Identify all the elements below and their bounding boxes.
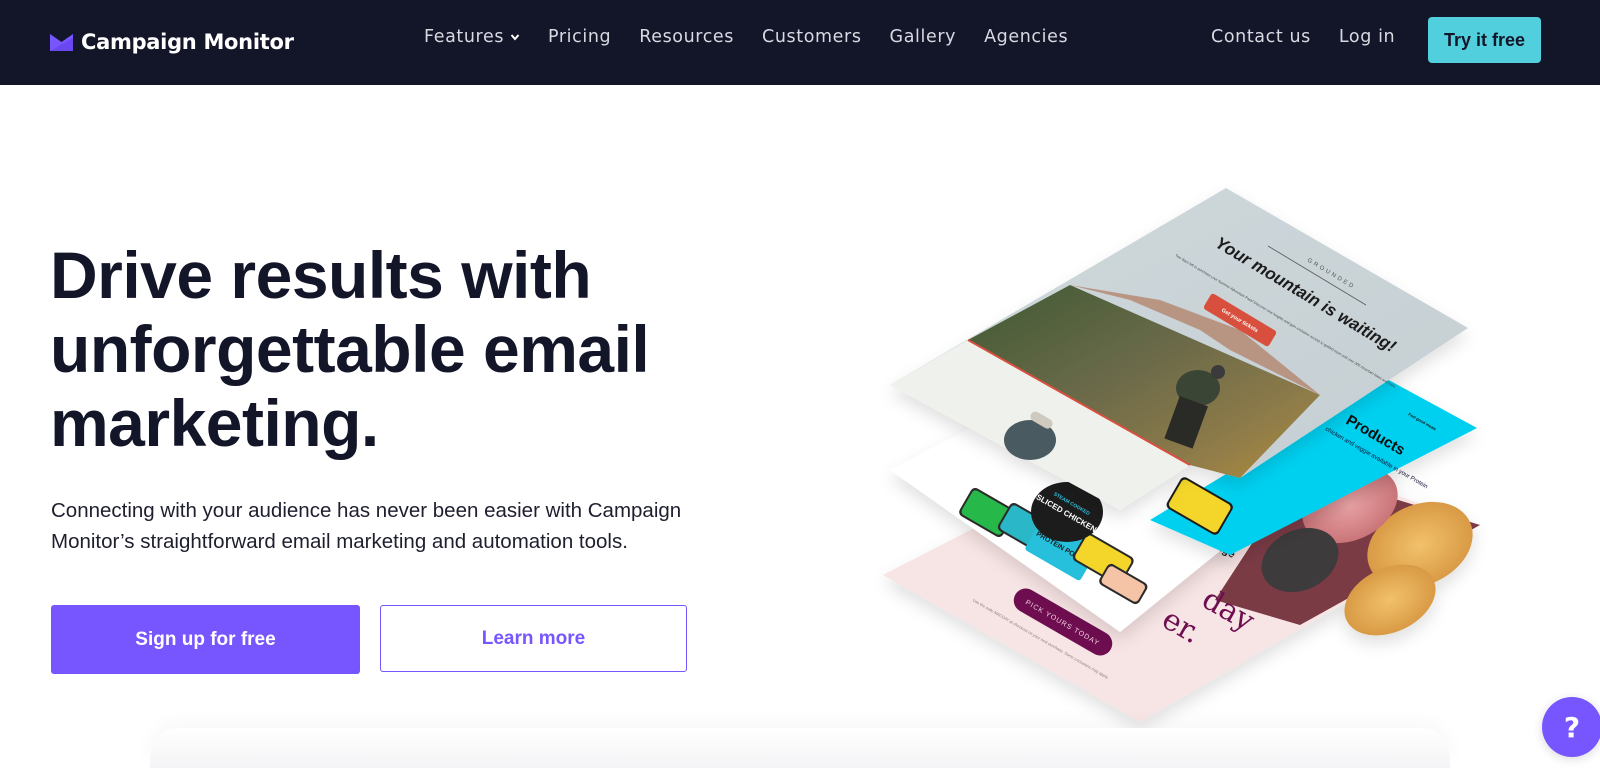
sign-up-button[interactable]: Sign up for free: [51, 605, 360, 674]
brand-name: Campaign Monitor: [81, 30, 294, 54]
nav-gallery[interactable]: Gallery: [890, 27, 957, 47]
nav-contact-us[interactable]: Contact us: [1211, 27, 1311, 47]
secondary-nav: Contact us Log in: [1211, 27, 1423, 47]
nav-pricing[interactable]: Pricing: [548, 27, 611, 47]
try-it-free-button[interactable]: Try it free: [1428, 17, 1541, 63]
logo[interactable]: Campaign Monitor: [50, 24, 294, 60]
hero-title: Drive results with unforgettable email m…: [50, 238, 650, 460]
nav-customers[interactable]: Customers: [762, 27, 862, 47]
email-templates-illustration: PICK YOURS TODAY Use the code MACDAY at …: [883, 188, 1480, 722]
nav-agencies[interactable]: Agencies: [984, 27, 1068, 47]
hero-subtitle: Connecting with your audience has never …: [51, 499, 682, 553]
chevron-down-icon: [510, 34, 520, 41]
nav-log-in[interactable]: Log in: [1339, 27, 1395, 47]
nav-features-label: Features: [424, 27, 505, 47]
help-icon: ?: [1563, 710, 1581, 744]
nav-resources[interactable]: Resources: [639, 27, 734, 47]
main-nav: Features Pricing Resources Customers Gal…: [424, 27, 1096, 47]
nav-features[interactable]: Features: [424, 27, 520, 47]
envelope-icon: [50, 33, 73, 51]
learn-more-button[interactable]: Learn more: [380, 605, 687, 672]
top-navigation: Campaign Monitor Features Pricing Resour…: [0, 0, 1600, 85]
help-button[interactable]: ?: [1542, 697, 1600, 757]
content-card-edge: [150, 728, 1450, 768]
